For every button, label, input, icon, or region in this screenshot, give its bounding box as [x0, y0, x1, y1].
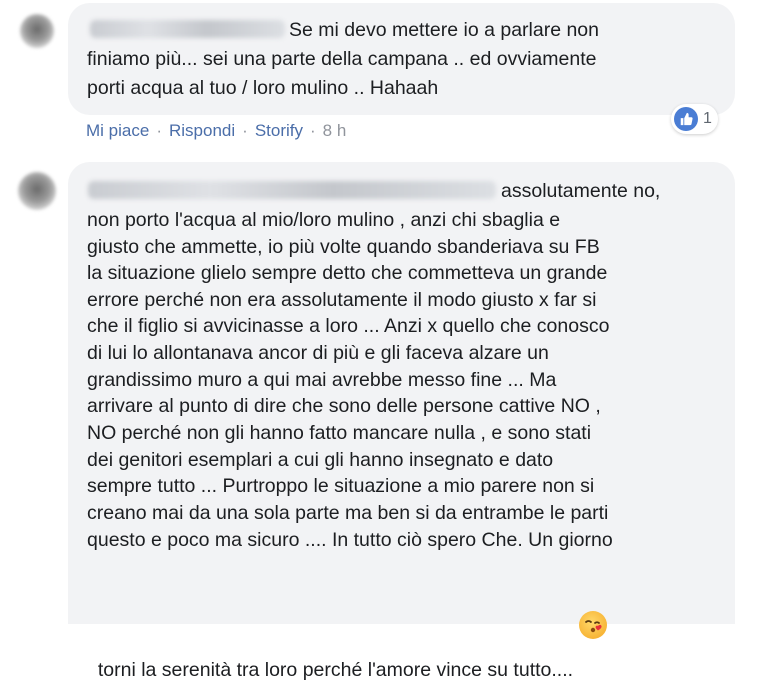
comment-2-line-13: creano mai da una sola parte ma ben si d…: [87, 502, 609, 524]
comment-2-line-14: questo e poco ma sicuro .... In tutto ci…: [87, 529, 613, 551]
comment-2-line-15-text: torni la serenità tra loro perché l'amor…: [97, 658, 574, 681]
comment-2-line-2: non porto l'acqua al mio/loro mulino , a…: [87, 209, 561, 231]
action-separator: ·: [242, 121, 248, 140]
comment-2-line-6: che il figlio si avvicinasse a loro ... …: [87, 315, 610, 337]
reaction-count: 1: [703, 110, 712, 127]
kissing-face-emoji-icon: [579, 610, 608, 639]
comment-1-line-2: finiamo più... sei una parte della campa…: [87, 48, 597, 70]
commenter-name-blurred[interactable]: [88, 181, 496, 199]
comment-2-line-5: errore perché non era assolutamente il m…: [87, 289, 597, 311]
comment-2-line-10: NO perché non gli hanno fatto mancare nu…: [87, 422, 592, 444]
comment-2-line-8: grandissimo muro a qui mai avrebbe messo…: [87, 369, 557, 391]
commenter-name-blurred[interactable]: [90, 20, 285, 38]
avatar-commenter-2[interactable]: [18, 172, 56, 210]
comment-2-line-1: assolutamente no,: [501, 180, 661, 202]
like-link[interactable]: Mi piace: [86, 121, 149, 141]
comment-2-line-12: sempre tutto ... Purtroppo le situazione…: [87, 475, 595, 497]
comment-1-actions: Mi piace · Rispondi · Storify · 8 h: [86, 121, 346, 141]
comment-2-line-3: giusto che ammette, io più volte quando …: [87, 236, 600, 258]
avatar-commenter-1[interactable]: [20, 14, 54, 48]
comment-2-line-11: dei genitori esemplari a cui gli hanno i…: [87, 449, 554, 471]
comment-2-line-7: di lui lo allontanava ancor di più e gli…: [87, 342, 549, 364]
comment-2-line-9: arrivare al punto di dire che sono delle…: [87, 395, 601, 417]
comment-1-line-3: porti acqua al tuo / loro mulino .. Haha…: [87, 77, 439, 99]
action-separator: ·: [156, 121, 162, 140]
storify-link[interactable]: Storify: [255, 121, 303, 141]
comment-2-line-15: torni la serenità tra loro perché l'amor…: [87, 584, 608, 683]
comment-2-line-4: la situazione glielo sempre detto che co…: [87, 262, 608, 284]
reply-link[interactable]: Rispondi: [169, 121, 235, 141]
like-thumb-icon: [674, 107, 698, 131]
reaction-summary[interactable]: 1: [671, 104, 718, 134]
comment-1-line-1: Se mi devo mettere io a parlare non: [289, 19, 600, 41]
action-separator: ·: [310, 121, 316, 140]
comment-timestamp[interactable]: 8 h: [323, 121, 347, 141]
